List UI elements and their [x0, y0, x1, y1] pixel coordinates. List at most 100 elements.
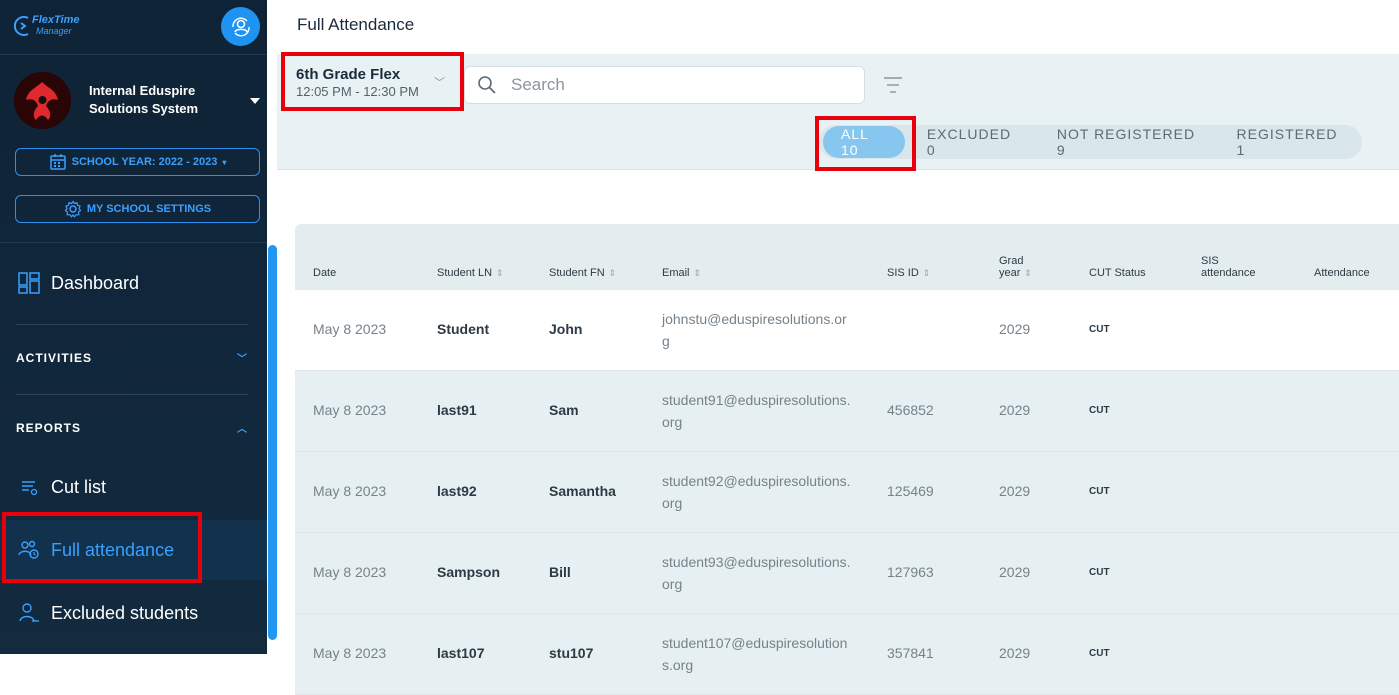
column-email[interactable]: Email ⇕ — [662, 267, 701, 279]
column-date-label: Date — [313, 267, 337, 279]
cell-cut-status: CUT — [1089, 486, 1110, 497]
search-input[interactable] — [511, 75, 831, 95]
sidebar-item-full-attendance[interactable]: Full attendance — [0, 520, 267, 580]
organization-selector[interactable]: Internal Eduspire Solutions System — [14, 72, 264, 130]
column-student-ln-label: Student LN — [437, 267, 493, 279]
calendar-icon — [49, 154, 66, 170]
my-school-settings-button[interactable]: MY SCHOOL SETTINGS — [15, 195, 260, 223]
column-sis-attendance: SIS attendance — [1201, 255, 1255, 279]
tab-not-registered[interactable]: NOT REGISTERED 9 — [1037, 125, 1217, 159]
sidebar-item-dashboard-label: Dashboard — [51, 272, 140, 293]
cell-student-fn: stu107 — [549, 645, 594, 661]
cell-sis-id: 357841 — [887, 645, 934, 661]
cell-date: May 8 2023 — [313, 645, 387, 661]
cell-student-ln: Sampson — [437, 564, 501, 580]
activities-label: ACTIVITIES — [16, 350, 93, 365]
column-attendance-label: Attendance — [1314, 267, 1370, 279]
user-switch-icon — [231, 17, 250, 36]
cell-grad-year: 2029 — [999, 645, 1031, 661]
my-school-settings-label: MY SCHOOL SETTINGS — [86, 203, 212, 215]
cut-list-icon — [17, 475, 41, 499]
cell-grad-year: 2029 — [999, 402, 1031, 418]
cell-student-ln: last92 — [437, 483, 477, 499]
column-grad-year-label-1: Grad — [999, 255, 1024, 267]
cell-email: student107@eduspiresolutions.org — [662, 635, 848, 673]
flextime-logo[interactable]: FlexTime Manager — [14, 12, 84, 42]
table-row[interactable]: May 8 2023 last92 Samantha student92@edu… — [295, 452, 1399, 533]
cell-cut-status: CUT — [1089, 567, 1110, 578]
school-year-caret-icon: ▾ — [222, 157, 227, 167]
organization-dropdown-caret-icon[interactable] — [250, 98, 260, 104]
column-sis-id-label: SIS ID — [887, 267, 919, 279]
table-row[interactable]: May 8 2023 Sampson Bill student93@eduspi… — [295, 533, 1399, 614]
sidebar-scrollbar[interactable] — [268, 245, 277, 640]
sidebar-item-excluded-students[interactable]: Excluded students — [0, 588, 267, 638]
chevron-down-icon: ﹀ — [434, 77, 445, 89]
cell-sis-id: 127963 — [887, 564, 934, 580]
sort-icon: ⇕ — [693, 268, 702, 278]
dashboard-icon — [17, 271, 41, 295]
section-divider — [16, 324, 248, 325]
column-cut-status-label: CUT Status — [1089, 267, 1146, 279]
cell-date: May 8 2023 — [313, 564, 387, 580]
cell-sis-id: 125469 — [887, 483, 934, 499]
school-year-label: SCHOOL YEAR: 2022 - 2023 — [71, 156, 218, 168]
sidebar-item-cut-list[interactable]: Cut list — [0, 462, 267, 512]
sort-icon: ⇕ — [608, 268, 617, 278]
filter-tabs-bar: ALL 10 EXCLUDED 0 NOT REGISTERED 9 REGIS… — [277, 116, 1399, 170]
cell-date: May 8 2023 — [313, 483, 387, 499]
cell-email: student93@eduspiresolutions.org — [662, 554, 851, 592]
tab-registered[interactable]: REGISTERED 1 — [1217, 125, 1362, 159]
attendance-table: Date Student LN ⇕ Student FN ⇕ Email ⇕ SIS … — [295, 224, 1399, 695]
gear-icon — [64, 200, 82, 218]
column-student-fn[interactable]: Student FN ⇕ — [549, 267, 616, 279]
sidebar-item-dashboard[interactable]: Dashboard — [0, 258, 267, 308]
cell-student-fn: Samantha — [549, 483, 616, 499]
school-year-button[interactable]: SCHOOL YEAR: 2022 - 2023 ▾ — [15, 148, 260, 176]
chevron-down-icon: ﹀ — [237, 354, 248, 365]
cell-date: May 8 2023 — [313, 402, 387, 418]
organization-avatar — [14, 72, 71, 129]
sort-icon: ⇕ — [922, 268, 931, 278]
logo-swoosh-icon — [14, 16, 29, 36]
table-row[interactable]: May 8 2023 Student John johnstu@eduspire… — [295, 290, 1399, 371]
column-cut-status: CUT Status — [1089, 267, 1146, 279]
organization-logo-icon — [14, 72, 71, 129]
sidebar-divider — [0, 242, 267, 243]
cell-email: student92@eduspiresolutions.org — [662, 473, 851, 511]
status-tabs: ALL 10 EXCLUDED 0 NOT REGISTERED 9 REGIS… — [819, 125, 1362, 159]
tab-all[interactable]: ALL 10 — [823, 126, 905, 158]
sort-icon: ⇕ — [1024, 268, 1032, 278]
column-student-ln[interactable]: Student LN ⇕ — [437, 267, 504, 279]
cell-cut-status: CUT — [1089, 324, 1110, 335]
search-icon — [478, 76, 496, 94]
user-profile-button[interactable] — [221, 7, 260, 46]
sidebar-section-activities[interactable]: ACTIVITIES ﹀ — [16, 350, 248, 366]
table-row[interactable]: May 8 2023 last91 Sam student91@eduspire… — [295, 371, 1399, 452]
sidebar-item-excluded-students-label: Excluded students — [51, 602, 199, 623]
cell-student-ln: last107 — [437, 645, 485, 661]
sidebar: FlexTime Manager Internal Eduspire Solut… — [0, 0, 267, 654]
cell-cut-status: CUT — [1089, 405, 1110, 416]
filter-icon[interactable] — [883, 76, 903, 94]
column-sis-id[interactable]: SIS ID ⇕ — [887, 267, 930, 279]
table-row[interactable]: May 8 2023 last107 stu107 student107@edu… — [295, 614, 1399, 695]
sidebar-item-full-attendance-label: Full attendance — [51, 539, 175, 560]
full-attendance-icon — [17, 538, 41, 562]
column-grad-year-label-2: year — [999, 267, 1021, 279]
reports-label: REPORTS — [16, 420, 82, 435]
logo-row: FlexTime Manager — [0, 0, 267, 55]
cell-student-fn: Bill — [549, 564, 571, 580]
column-student-fn-label: Student FN — [549, 267, 605, 279]
tab-excluded[interactable]: EXCLUDED 0 — [907, 125, 1037, 159]
column-date: Date — [313, 267, 336, 279]
sidebar-section-reports[interactable]: REPORTS ︿ — [16, 420, 248, 436]
cell-student-fn: Sam — [549, 402, 579, 418]
logo-text-manager: Manager — [36, 26, 72, 36]
flex-period-selector[interactable]: 6th Grade Flex 12:05 PM - 12:30 PM ﹀ — [282, 54, 462, 112]
cell-email: student91@eduspiresolutions.org — [662, 392, 851, 430]
search-box[interactable] — [464, 66, 865, 104]
column-grad-year[interactable]: Grad year ⇕ — [999, 255, 1032, 279]
section-divider — [16, 394, 248, 395]
page-title: Full Attendance — [297, 15, 415, 34]
